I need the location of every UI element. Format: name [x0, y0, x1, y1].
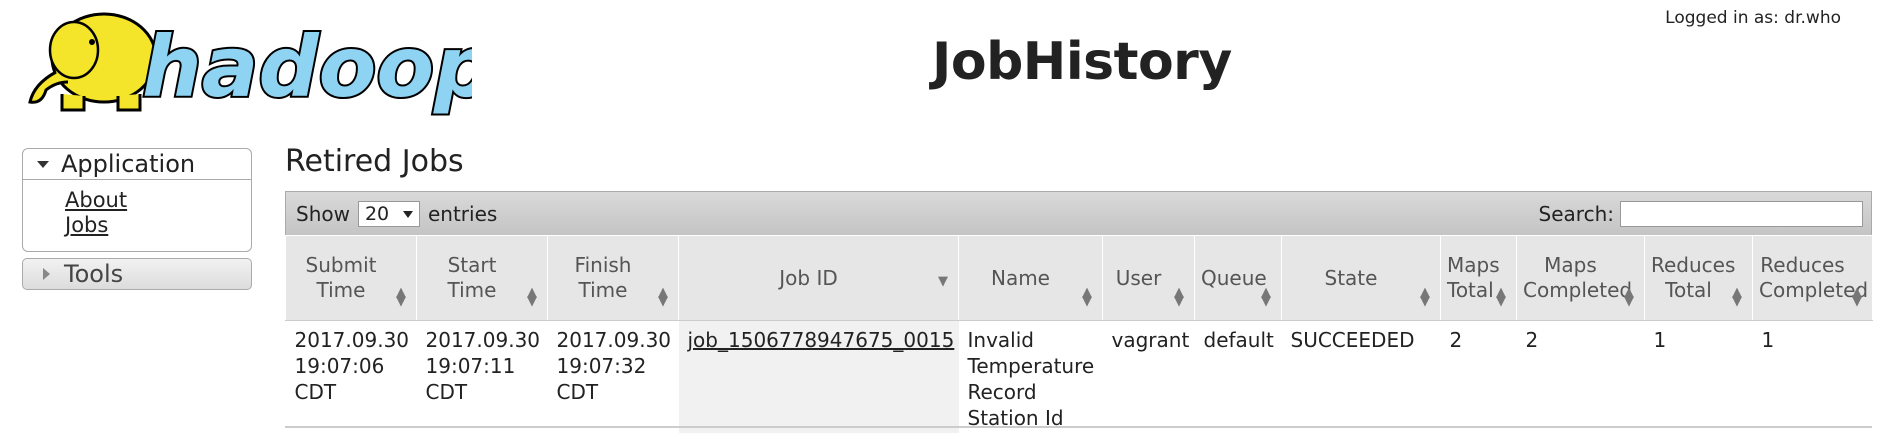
entries-select[interactable]: 20: [358, 201, 420, 227]
collapse-triangle-icon: [37, 161, 49, 168]
cell-name: Invalid Temperature Record Station Id: [959, 321, 1103, 433]
show-label: Show: [296, 202, 350, 226]
column-header-maps-total[interactable]: Maps Total▲▼: [1441, 236, 1517, 321]
sidebar-application-panel: Application About Jobs: [22, 148, 252, 252]
logo-text: hadoop: [142, 18, 472, 116]
cell-start-time: 2017.09.30 19:07:11 CDT: [417, 321, 548, 433]
cell-reduces-total: 1: [1645, 321, 1753, 433]
column-header-name[interactable]: Name▲▼: [959, 236, 1103, 321]
column-header-state[interactable]: State▲▼: [1282, 236, 1441, 321]
entries-length-control: Show 20 entries: [296, 201, 497, 227]
search-input[interactable]: [1620, 201, 1863, 227]
cell-maps-total: 2: [1441, 321, 1517, 433]
column-header-user[interactable]: User▲▼: [1103, 236, 1195, 321]
page-title: JobHistory: [932, 32, 1232, 92]
sidebar-application-list: About Jobs: [23, 180, 251, 238]
dropdown-arrow-icon: [403, 211, 413, 218]
cell-queue: default: [1195, 321, 1282, 433]
column-header-job-id[interactable]: Job ID▼: [679, 236, 959, 321]
cell-job-id: job_1506778947675_0015: [679, 321, 959, 433]
jobs-table: Submit Time▲▼ Start Time▲▼ Finish Time▲▼…: [285, 235, 1873, 433]
sort-icon: ▲▼: [1082, 288, 1092, 306]
entries-select-value: 20: [365, 203, 389, 225]
expand-triangle-icon: [43, 268, 50, 280]
column-header-start-time[interactable]: Start Time▲▼: [417, 236, 548, 321]
table-controls: Show 20 entries Search:: [285, 191, 1872, 235]
search-label: Search:: [1539, 202, 1614, 226]
cell-reduces-completed: 1: [1753, 321, 1873, 433]
cell-finish-time: 2017.09.30 19:07:32 CDT: [548, 321, 679, 433]
column-header-queue[interactable]: Queue▲▼: [1195, 236, 1282, 321]
entries-label: entries: [428, 202, 497, 226]
sort-descending-icon: ▼: [938, 277, 948, 286]
sort-icon: ▲▼: [527, 288, 537, 306]
section-title: Retired Jobs: [285, 144, 464, 179]
cell-maps-completed: 2: [1517, 321, 1645, 433]
sidebar-application-label: Application: [61, 150, 195, 178]
table-header-row: Submit Time▲▼ Start Time▲▼ Finish Time▲▼…: [286, 236, 1873, 321]
sidebar-tools-header[interactable]: Tools: [22, 258, 252, 290]
cell-state: SUCCEEDED: [1282, 321, 1441, 433]
column-header-submit-time[interactable]: Submit Time▲▼: [286, 236, 417, 321]
sidebar-item-about[interactable]: About: [65, 188, 127, 212]
sort-icon: ▲▼: [1261, 288, 1271, 306]
column-header-finish-time[interactable]: Finish Time▲▼: [548, 236, 679, 321]
column-header-maps-completed[interactable]: Maps Completed▲▼: [1517, 236, 1645, 321]
sort-icon: ▲▼: [658, 288, 668, 306]
sort-icon: ▲▼: [396, 288, 406, 306]
logged-in-user: Logged in as: dr.who: [1665, 8, 1841, 28]
column-header-reduces-total[interactable]: Reduces Total▲▼: [1645, 236, 1753, 321]
sort-icon: ▲▼: [1174, 288, 1184, 306]
table-row: 2017.09.30 19:07:06 CDT 2017.09.30 19:07…: [286, 321, 1873, 433]
job-id-link[interactable]: job_1506778947675_0015: [688, 328, 955, 352]
sort-icon: ▲▼: [1732, 288, 1742, 306]
cell-submit-time: 2017.09.30 19:07:06 CDT: [286, 321, 417, 433]
elephant-icon: [30, 14, 156, 110]
sort-icon: ▲▼: [1852, 288, 1862, 306]
sort-icon: ▲▼: [1624, 288, 1634, 306]
sidebar-item-jobs[interactable]: Jobs: [65, 213, 108, 237]
sort-icon: ▲▼: [1420, 288, 1430, 306]
column-header-reduces-completed[interactable]: Reduces Completed▲▼: [1753, 236, 1873, 321]
search-control: Search:: [1539, 201, 1863, 227]
sidebar-application-header[interactable]: Application: [23, 149, 251, 180]
cell-user: vagrant: [1103, 321, 1195, 433]
hadoop-logo: hadoop: [22, 6, 472, 116]
sort-icon: ▲▼: [1496, 288, 1506, 306]
sidebar-tools-label: Tools: [64, 260, 123, 288]
